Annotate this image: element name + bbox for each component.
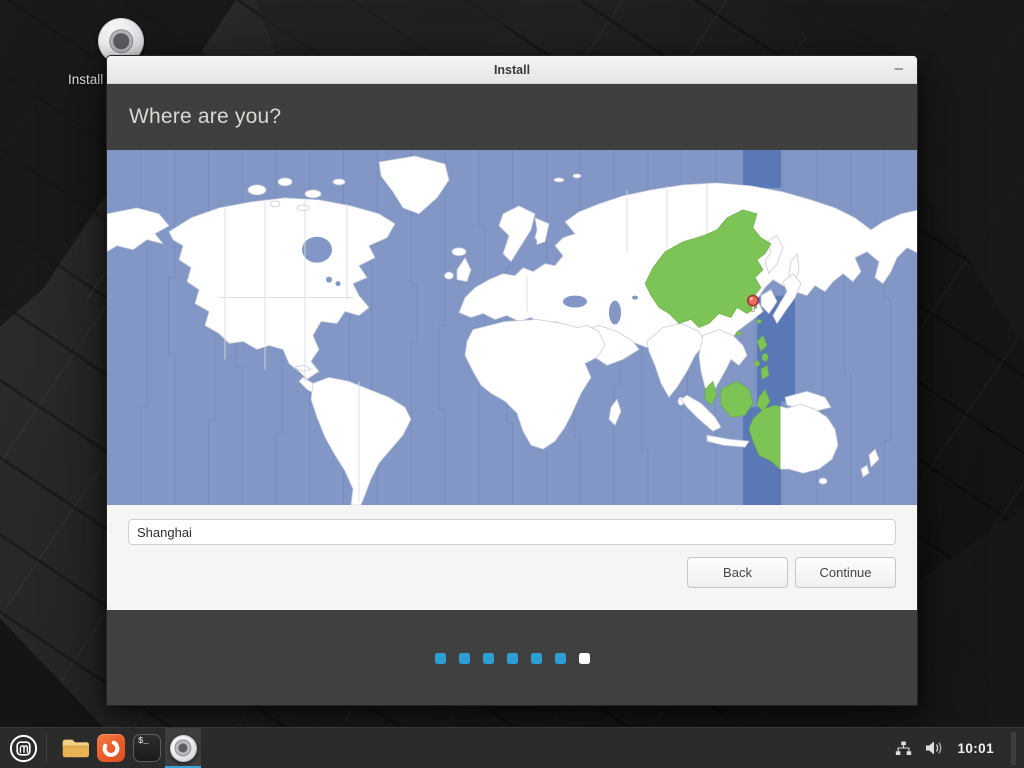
back-button[interactable]: Back — [687, 557, 788, 588]
taskbar-separator — [46, 735, 47, 761]
step-dot-completed — [554, 652, 566, 664]
files-launcher[interactable] — [57, 728, 93, 768]
page-title: Where are you? — [129, 105, 282, 128]
firefox-launcher[interactable] — [93, 728, 129, 768]
window-title: Install — [493, 62, 531, 77]
system-tray: 10:01 — [895, 731, 1024, 765]
step-dot-completed — [434, 652, 446, 664]
mint-menu-button[interactable] — [0, 728, 46, 768]
location-form: Back Continue — [107, 505, 917, 610]
step-dot-completed — [482, 652, 494, 664]
step-dot-completed — [506, 652, 518, 664]
page-header: Where are you? — [107, 84, 917, 150]
step-progress-indicator — [434, 652, 590, 664]
firefox-icon — [97, 734, 125, 762]
installer-window: Install – Where are you? Shanghai Back C… — [106, 55, 918, 706]
desktop: Install Install – Where are you? Shangha… — [0, 0, 1024, 768]
cd-disc-icon — [169, 734, 197, 762]
linuxmint-logo-icon — [9, 734, 37, 762]
step-dot-completed — [458, 652, 470, 664]
taskbar: $_ 10:01 — [0, 727, 1024, 768]
continue-button[interactable]: Continue — [795, 557, 896, 588]
step-dot-current — [578, 652, 590, 664]
minimize-button[interactable]: – — [895, 59, 903, 79]
location-input[interactable] — [128, 519, 896, 545]
timezone-map[interactable] — [107, 150, 917, 505]
taskbar-clock[interactable]: 10:01 — [957, 741, 994, 756]
terminal-icon: $_ — [133, 734, 161, 762]
installer-taskbar-button[interactable] — [165, 727, 201, 768]
terminal-launcher[interactable]: $_ — [129, 728, 165, 768]
window-titlebar[interactable]: Install – — [107, 56, 917, 84]
volume-icon[interactable] — [925, 740, 944, 756]
show-desktop-button[interactable] — [1011, 731, 1016, 765]
wizard-footer — [107, 610, 917, 705]
network-icon[interactable] — [895, 741, 912, 756]
step-dot-completed — [530, 652, 542, 664]
folder-icon — [62, 739, 89, 758]
